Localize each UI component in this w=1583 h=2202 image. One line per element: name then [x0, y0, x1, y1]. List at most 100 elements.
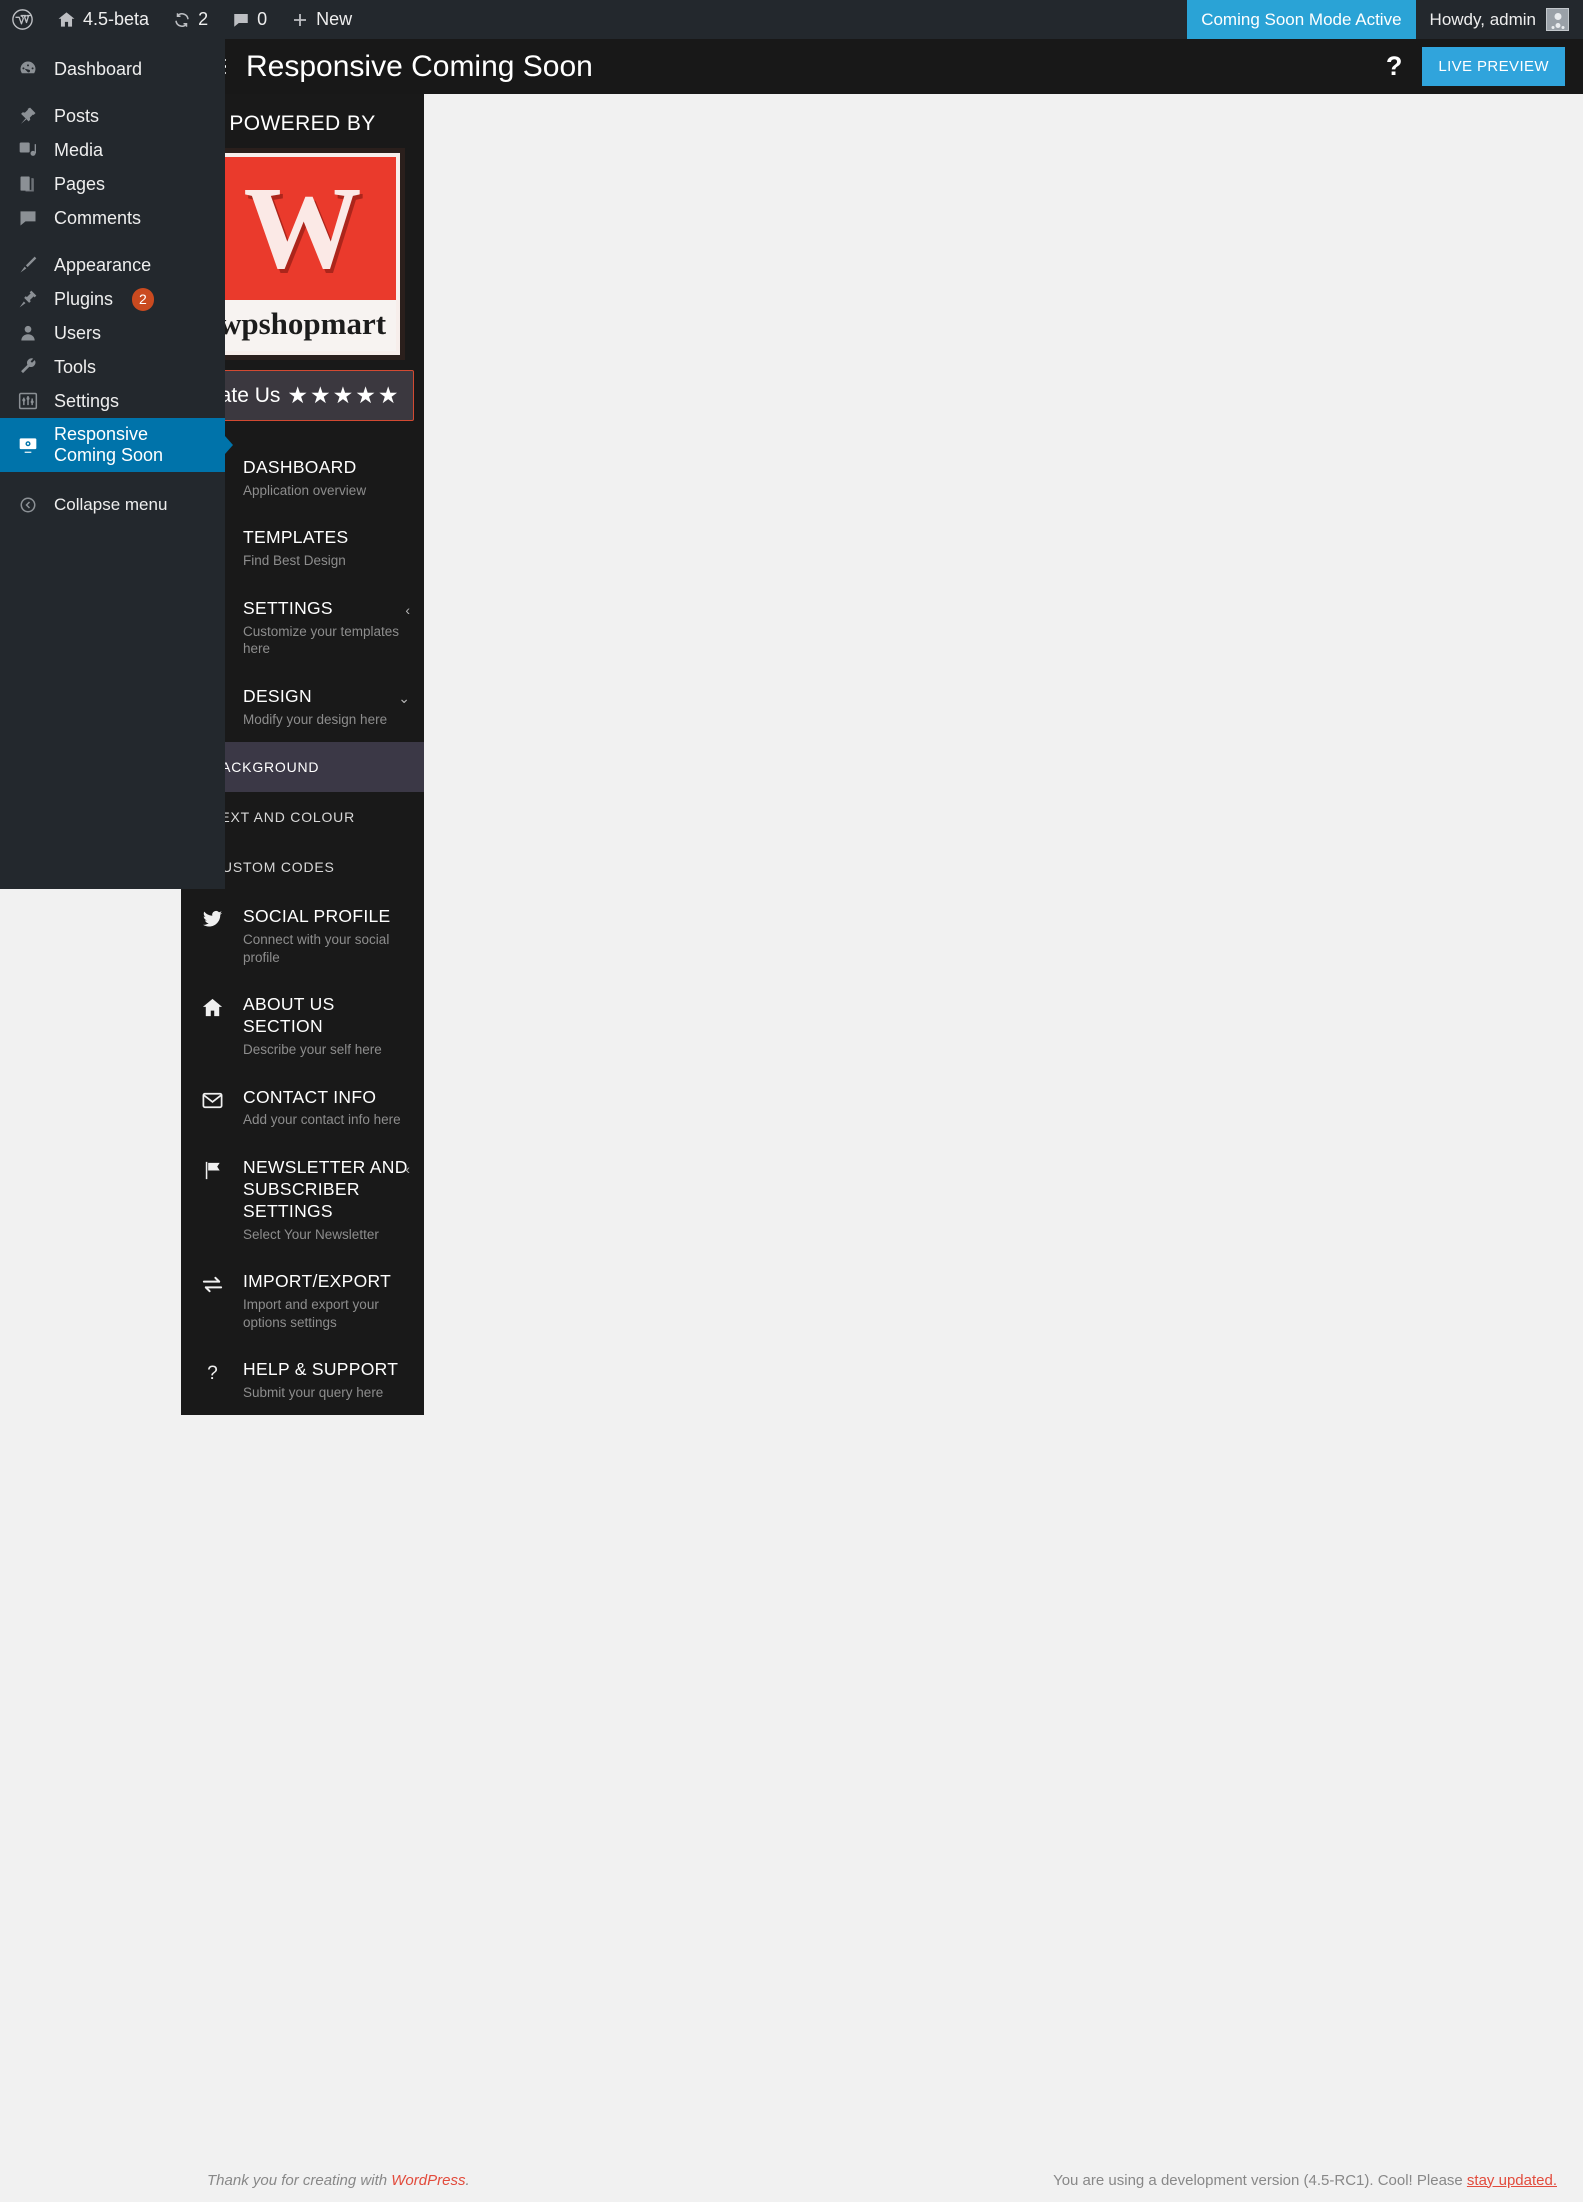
plugin-menu-title: TEMPLATES — [243, 527, 349, 548]
plugin-menu-subtitle: Customize your templates here — [243, 623, 400, 657]
plugin-menu-subtitle: Select Your Newsletter — [243, 1226, 379, 1242]
twitter-icon — [197, 906, 227, 931]
admin-bar-right: Coming Soon Mode Active Howdy, admin — [1187, 0, 1583, 39]
comments-menu[interactable]: 0 — [220, 0, 279, 39]
sidebar-item-users[interactable]: Users — [0, 316, 225, 350]
collapse-menu-label: Collapse menu — [54, 495, 168, 514]
plugin-menu-title: IMPORT/EXPORT — [243, 1271, 392, 1292]
plugin-menu-subtitle: Submit your query here — [243, 1384, 384, 1400]
sidebar-item-comments[interactable]: Comments — [0, 201, 225, 235]
plugin-menu-title: SOCIAL PROFILE — [243, 906, 391, 927]
sidebar-item-label: Appearance — [54, 254, 152, 275]
updates-count: 2 — [198, 9, 209, 29]
comment-icon — [14, 208, 42, 228]
wpshopmart-logo: W wpshopmart — [200, 148, 405, 360]
home-icon — [57, 10, 76, 29]
sidebar-item-settings[interactable]: Settings — [0, 384, 225, 418]
sidebar-item-label: Dashboard — [54, 58, 143, 79]
site-name-menu[interactable]: 4.5-beta — [45, 0, 161, 39]
logo-letter: W — [243, 162, 362, 294]
updates-menu[interactable]: 2 — [161, 0, 220, 39]
plugin-menu-text: IMPORT/EXPORT Import and export your opt… — [243, 1271, 414, 1331]
plugin-menu-help-support[interactable]: ? HELP & SUPPORT Submit your query here — [181, 1345, 424, 1415]
plugin-menu-title: SETTINGS — [243, 597, 333, 618]
svg-text:?: ? — [207, 1363, 218, 1384]
sidebar-item-label: Comments — [54, 207, 142, 228]
plugin-menu-title: DESIGN — [243, 685, 312, 706]
footer-period: . — [465, 2171, 470, 2189]
plugin-menu-text: DASHBOARD Application overview — [243, 457, 366, 499]
plugin-menu-newsletter-subscriber-settings[interactable]: NEWSLETTER AND SUBSCRIBER SETTINGS Select… — [181, 1143, 424, 1257]
plugin-header: Responsive Coming Soon ? LIVE PREVIEW — [181, 39, 1583, 94]
footer-left: Thank you for creating with WordPress. — [207, 2172, 470, 2189]
sidebar-item-appearance[interactable]: Appearance — [0, 248, 225, 282]
plugin-menu-text: SETTINGS Customize your templates here — [243, 598, 414, 658]
plugin-menu-subtitle: Import and export your options settings — [243, 1296, 379, 1330]
plugin-menu-subtitle: Modify your design here — [243, 711, 388, 727]
sidebar-item-label: Responsive Coming Soon — [54, 424, 164, 465]
question-icon: ? — [197, 1359, 227, 1384]
footer-right: You are using a development version (4.5… — [1053, 2172, 1557, 2189]
envelope-icon — [197, 1087, 227, 1112]
wordpress-logo-menu[interactable] — [0, 0, 45, 39]
screen-icon — [14, 435, 42, 455]
comments-count: 0 — [257, 9, 268, 29]
comment-bubble-icon — [232, 11, 250, 29]
plugin-menu-contact-info[interactable]: CONTACT INFO Add your contact info here — [181, 1073, 424, 1143]
coming-soon-mode-badge[interactable]: Coming Soon Mode Active — [1187, 0, 1416, 39]
live-preview-button[interactable]: LIVE PREVIEW — [1422, 47, 1565, 86]
rating-stars: ★★★★★ — [287, 382, 401, 408]
plugins-update-badge: 2 — [132, 287, 154, 311]
sidebar-item-media[interactable]: Media — [0, 133, 225, 167]
plugin-menu-text: CONTACT INFO Add your contact info here — [243, 1087, 401, 1129]
plugin-menu-social-profile[interactable]: SOCIAL PROFILE Connect with your social … — [181, 892, 424, 980]
plugin-menu-about-us-section[interactable]: ABOUT US SECTION Describe your self here — [181, 980, 424, 1072]
stay-updated-link[interactable]: stay updated. — [1467, 2172, 1557, 2189]
plus-icon — [291, 11, 309, 29]
sidebar-item-label: Pages — [54, 173, 106, 194]
wp-admin-bar: 4.5-beta 2 0 New Coming Soon Mode Active… — [0, 0, 1583, 39]
plug-icon — [14, 289, 42, 309]
plugin-menu-text: DESIGN Modify your design here — [243, 686, 387, 728]
collapse-arrow-icon — [14, 496, 42, 514]
collapse-menu-button[interactable]: Collapse menu — [0, 488, 225, 522]
question-mark-icon[interactable]: ? — [1386, 51, 1403, 82]
sidebar-item-label: Tools — [54, 356, 97, 377]
new-content-menu[interactable]: New — [279, 0, 364, 39]
plugin-menu-text: ABOUT US SECTION Describe your self here — [243, 994, 414, 1058]
plugin-menu-text: SOCIAL PROFILE Connect with your social … — [243, 906, 414, 966]
wordpress-link[interactable]: WordPress — [391, 2172, 465, 2189]
sidebar-item-label: Media — [54, 139, 104, 160]
chevron-left-icon: ‹ — [405, 601, 410, 618]
sidebar-item-responsive-coming-soon[interactable]: Responsive Coming Soon — [0, 418, 225, 472]
chevron-left-icon: ‹ — [405, 1160, 410, 1177]
sidebar-item-dashboard[interactable]: Dashboard — [0, 52, 225, 86]
sidebar-item-label: Users — [54, 322, 102, 343]
wp-footer: Thank you for creating with WordPress. Y… — [181, 2158, 1583, 2202]
sidebar-item-label: Plugins — [54, 288, 114, 309]
footer-version-text: You are using a development version (4.5… — [1053, 2171, 1467, 2189]
plugin-menu-text: TEMPLATES Find Best Design — [243, 527, 348, 569]
sidebar-item-posts[interactable]: Posts — [0, 99, 225, 133]
exchange-icon — [197, 1271, 227, 1296]
home-icon — [197, 994, 227, 1019]
sidebar-item-tools[interactable]: Tools — [0, 350, 225, 384]
account-menu[interactable]: Howdy, admin — [1416, 0, 1583, 39]
header-actions: ? LIVE PREVIEW — [1386, 47, 1583, 86]
dashboard-icon — [14, 59, 42, 79]
updates-icon — [173, 11, 191, 29]
plugin-menu-subtitle: Add your contact info here — [243, 1112, 401, 1128]
wrench-icon — [14, 357, 42, 377]
pin-icon — [14, 106, 42, 126]
site-name-label: 4.5-beta — [83, 9, 150, 29]
user-icon — [14, 323, 42, 343]
sidebar-item-label: Settings — [54, 390, 120, 411]
admin-bar-left: 4.5-beta 2 0 New — [0, 0, 364, 39]
sidebar-item-plugins[interactable]: Plugins 2 — [0, 282, 225, 316]
brush-icon — [14, 255, 42, 275]
new-label: New — [316, 9, 353, 29]
plugin-menu-import-export[interactable]: IMPORT/EXPORT Import and export your opt… — [181, 1257, 424, 1345]
wp-admin-menu: Dashboard Posts Media Pages Comments App… — [0, 39, 225, 889]
sidebar-item-pages[interactable]: Pages — [0, 167, 225, 201]
plugin-menu-subtitle: Application overview — [243, 482, 367, 498]
